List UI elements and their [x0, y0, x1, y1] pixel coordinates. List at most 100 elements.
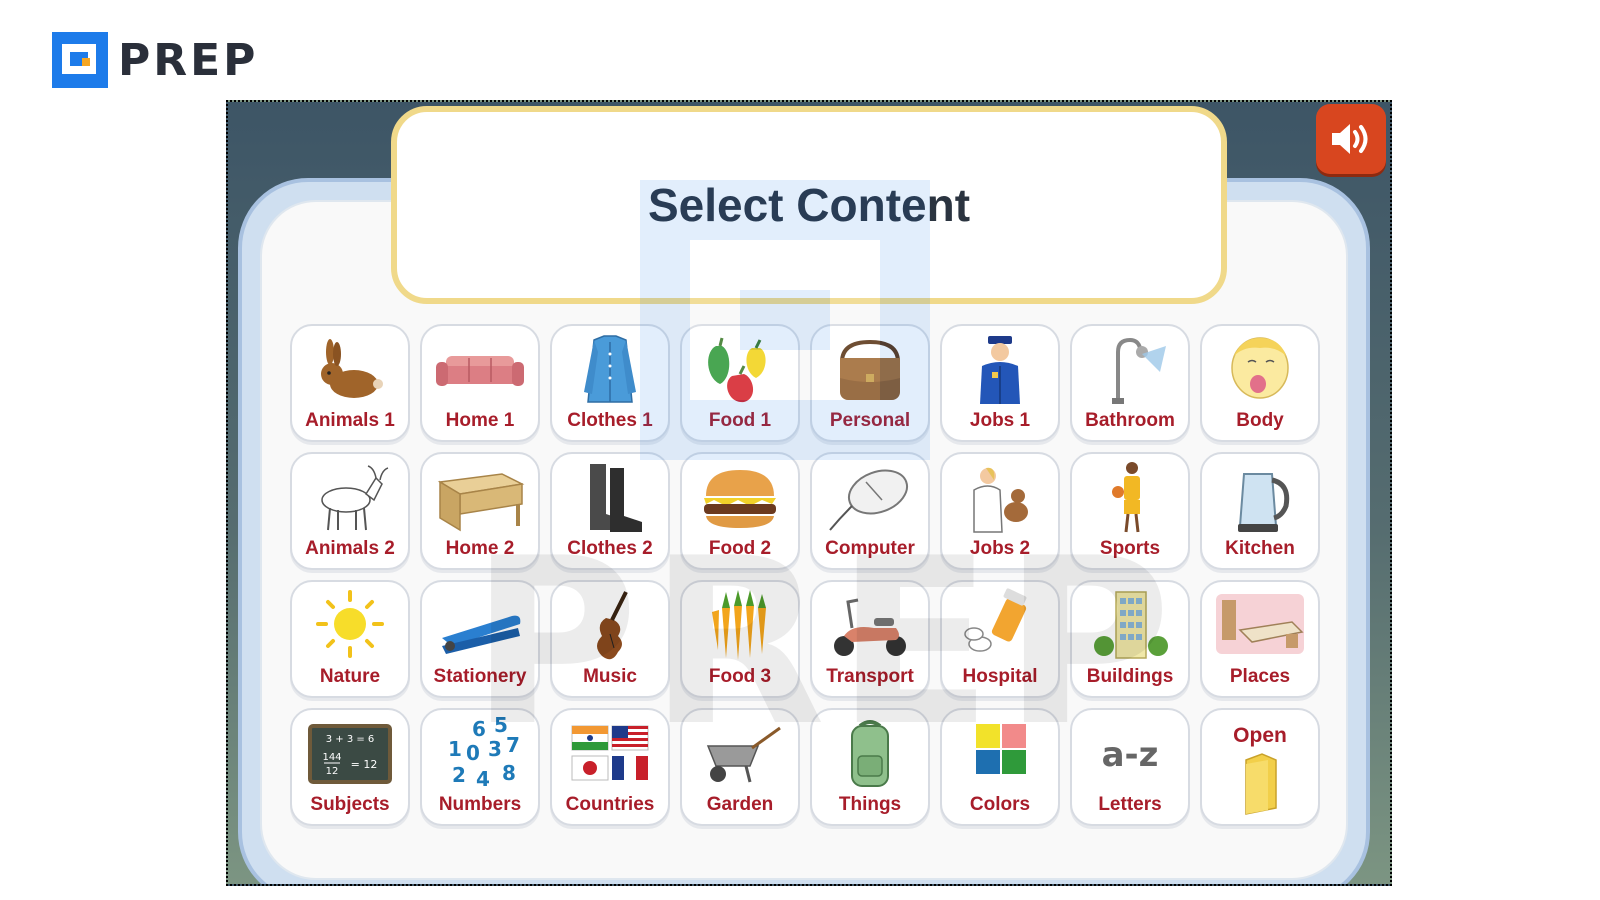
tile-body[interactable]: Body [1200, 324, 1320, 442]
tile-garden[interactable]: Garden [680, 708, 800, 826]
tile-label: Subjects [310, 794, 390, 815]
tile-stationery[interactable]: Stationery [420, 580, 540, 698]
subjects-line-3: 12 [326, 766, 339, 777]
sofa-icon [436, 356, 524, 386]
tile-numbers[interactable]: 6 5 1 0 3 7 2 4 8 Numbers [420, 708, 540, 826]
tile-label: Sports [1099, 538, 1161, 559]
stapler-icon [442, 615, 521, 654]
tile-buildings[interactable]: Buildings [1070, 580, 1190, 698]
carrots-icon [712, 590, 766, 660]
subjects-line-1: 3 + 3 = 6 [326, 734, 375, 745]
tile-label: Hospital [962, 666, 1038, 687]
tile-label: Garden [706, 794, 774, 815]
tile-label: Clothes 2 [567, 538, 653, 559]
tile-label: Places [1229, 666, 1291, 687]
goat-icon [321, 465, 389, 531]
violin-icon [597, 591, 628, 660]
tile-label: Food 2 [708, 538, 772, 559]
subjects-line-2: 144 [322, 752, 341, 763]
tile-colors[interactable]: Colors [940, 708, 1060, 826]
digit: 2 [452, 763, 466, 787]
letters-text: a-z [1102, 735, 1159, 775]
color-squares-icon [976, 724, 1026, 774]
bedroom-icon [1216, 594, 1304, 654]
tile-subjects[interactable]: 3 + 3 = 6 144 12 = 12 Subjects [290, 708, 410, 826]
digit: 4 [476, 767, 490, 791]
pills-icon [964, 588, 1027, 652]
tile-label: Food 1 [708, 410, 772, 431]
subjects-line-4: = 12 [351, 758, 378, 771]
rabbit-icon [321, 339, 383, 398]
tile-label: Animals 1 [305, 410, 395, 431]
shirt-icon [584, 335, 636, 403]
sound-button[interactable] [1316, 104, 1386, 174]
tile-jobs-2[interactable]: Jobs 2 [940, 452, 1060, 570]
building-icon [1094, 591, 1168, 659]
tile-transport[interactable]: Transport [810, 580, 930, 698]
tile-label: Numbers [438, 794, 522, 815]
peppers-icon [708, 337, 766, 403]
tile-label: Body [1236, 410, 1284, 431]
tile-open[interactable]: Open [1200, 708, 1320, 826]
digit: 8 [502, 761, 516, 785]
tile-music[interactable]: Music [550, 580, 670, 698]
face-icon [1231, 337, 1289, 399]
scooter-icon [834, 598, 906, 656]
tile-clothes-1[interactable]: Clothes 1 [550, 324, 670, 442]
tile-bathroom[interactable]: Bathroom [1070, 324, 1190, 442]
tile-countries[interactable]: Countries [550, 708, 670, 826]
tile-kitchen[interactable]: Kitchen [1200, 452, 1320, 570]
tile-label: Jobs 2 [969, 538, 1031, 559]
flags-icon [571, 725, 649, 781]
veterinarian-icon [973, 467, 1028, 533]
digit: 1 [448, 737, 462, 761]
tile-sports[interactable]: Sports [1070, 452, 1190, 570]
tile-nature[interactable]: Nature [290, 580, 410, 698]
tile-animals-1[interactable]: Animals 1 [290, 324, 410, 442]
tile-label: Letters [1098, 794, 1162, 815]
tile-home-1[interactable]: Home 1 [420, 324, 540, 442]
tile-food-3[interactable]: Food 3 [680, 580, 800, 698]
a-z-icon: a-z [1102, 735, 1159, 775]
speaker-volume-icon [1332, 124, 1368, 154]
numbers-icon: 6 5 1 0 3 7 2 4 8 [448, 716, 520, 791]
tile-letters[interactable]: a-z Letters [1070, 708, 1190, 826]
tile-hospital[interactable]: Hospital [940, 580, 1060, 698]
brand-name: PREP [118, 34, 259, 86]
tile-label: Food 3 [708, 666, 772, 687]
tile-places[interactable]: Places [1200, 580, 1320, 698]
tile-label: Kitchen [1225, 538, 1295, 559]
digit: 7 [506, 733, 520, 757]
tile-personal[interactable]: Personal [810, 324, 930, 442]
tile-label: Open [1233, 724, 1287, 747]
tile-food-1[interactable]: Food 1 [680, 324, 800, 442]
shower-icon [1112, 337, 1166, 404]
prep-logo: PREP [52, 32, 258, 88]
tile-animals-2[interactable]: Animals 2 [290, 452, 410, 570]
tile-food-2[interactable]: Food 2 [680, 452, 800, 570]
wheelbarrow-icon [706, 726, 781, 783]
tile-home-2[interactable]: Home 2 [420, 452, 540, 570]
tile-label: Colors [969, 794, 1031, 815]
digit: 6 [472, 717, 486, 741]
page-title: Select Content [647, 179, 971, 231]
tile-label: Transport [826, 666, 914, 687]
tile-label: Personal [829, 410, 911, 431]
chalkboard-icon: 3 + 3 = 6 144 12 = 12 [308, 724, 392, 784]
tile-label: Music [583, 666, 637, 687]
tile-computer[interactable]: Computer [810, 452, 930, 570]
tile-label: Buildings [1086, 666, 1174, 687]
tile-jobs-1[interactable]: Jobs 1 [940, 324, 1060, 442]
tile-label: Computer [825, 538, 915, 559]
tile-label: Countries [565, 794, 655, 815]
game-frame: Select Content Animals 1 Home 1 Clothes … [226, 100, 1392, 886]
mouse-icon [829, 469, 909, 531]
tile-clothes-2[interactable]: Clothes 2 [550, 452, 670, 570]
tile-label: Home 1 [445, 410, 515, 431]
folder-icon [1245, 753, 1277, 815]
tile-label: Jobs 1 [969, 410, 1031, 431]
bag-icon [840, 339, 900, 400]
tile-things[interactable]: Things [810, 708, 930, 826]
tile-label: Stationery [433, 666, 527, 687]
tile-label: Home 2 [445, 538, 515, 559]
